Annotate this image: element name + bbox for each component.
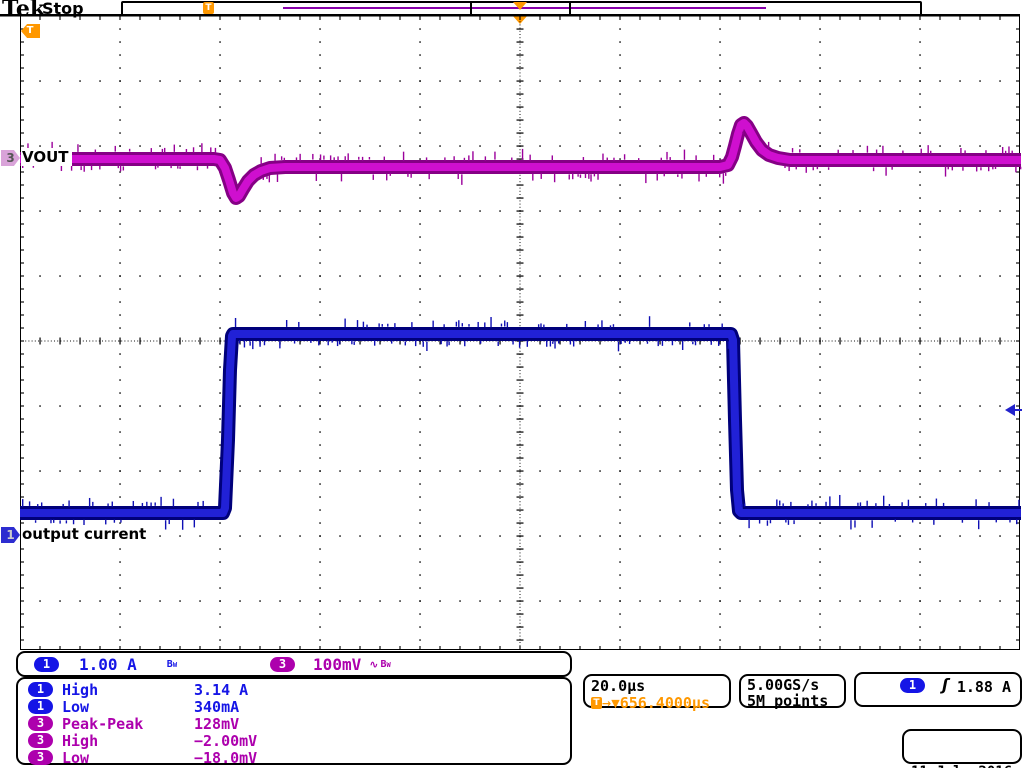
measurement-row: 3 High −2.00mV [18, 731, 570, 750]
datetime-readout: 11 Jul 2016 14:41:30 [902, 729, 1022, 768]
ch3-bandwidth-icon: BW [380, 658, 391, 670]
ch3-waveform-label: VOUT [21, 148, 72, 166]
ch3-badge: 3 [270, 656, 296, 672]
trigger-level-value: 1.88 A [956, 678, 1011, 696]
arrow-right-icon: → [602, 696, 612, 710]
trigger-delay-readout: T → ▼ 656.4000µs [591, 694, 729, 712]
measurement-value: 128mV [194, 714, 240, 733]
measurement-row: 1 High 3.14 A [18, 680, 570, 699]
ch3-badge: 3 [28, 716, 53, 731]
measurements-panel[interactable]: 1 High 3.14 A 1 Low 340mA 3 Peak-Peak 12… [16, 677, 572, 767]
ch3-scale-value: 100mV [313, 654, 362, 674]
trigger-t-icon: T [591, 697, 602, 709]
measurement-name: Peak-Peak [62, 714, 144, 733]
ch1-bandwidth-icon: BW [166, 658, 178, 670]
trigger-readout[interactable]: 1 ʃ 1.88 A [854, 672, 1022, 707]
record-length: 5M points [747, 692, 829, 710]
measurement-value: −2.00mV [194, 731, 258, 750]
graticule-top-edge [0, 14, 1020, 17]
measurement-row: 1 Low 340mA [18, 697, 570, 716]
ch1-badge: 1 [34, 656, 59, 672]
ch3-ac-coupling-icon: ∿ [369, 657, 379, 671]
measurement-value: −18.0mV [194, 748, 258, 767]
ch3-badge: 3 [28, 733, 53, 748]
measurement-name: High [62, 731, 99, 750]
sample-rate: 5.00GS/s [747, 676, 820, 694]
trigger-level-line [1014, 409, 1022, 411]
ch1-scale-value: 1.00 A [79, 654, 137, 674]
horizontal-timebase-readout[interactable]: 20.0µs T → ▼ 656.4000µs [583, 674, 731, 712]
measurement-value: 3.14 A [194, 680, 249, 699]
waveform-ch3 [20, 116, 1022, 205]
measurement-value: 340mA [194, 697, 240, 716]
measurement-name: Low [62, 748, 90, 767]
ch1-badge: 1 [28, 682, 53, 697]
channel-scale-readout-bar[interactable]: 1 1.00 A BW 3 100mV ∿ BW [16, 651, 572, 677]
triangle-down-icon: ▼ [611, 696, 620, 710]
timebase-scale: 20.0µs [591, 677, 646, 695]
acquisition-readout[interactable]: 5.00GS/s 5M points [739, 674, 846, 710]
measurement-name: High [62, 680, 99, 699]
ch1-badge: 1 [28, 699, 53, 714]
date-value: 11 Jul 2016 [911, 764, 1016, 768]
ch3-badge: 3 [28, 750, 53, 765]
oscilloscope-screen: Tek Stop T T 3 1 VOUT output current 1 1… [0, 0, 1024, 768]
measurement-row: 3 Low −18.0mV [18, 748, 570, 767]
measurement-row: 3 Peak-Peak 128mV [18, 714, 570, 733]
measurement-name: Low [62, 697, 90, 716]
rising-edge-icon: ʃ [942, 675, 949, 694]
delay-value: 656.4000µs [619, 694, 710, 712]
trigger-source-badge: 1 [900, 678, 925, 693]
ch1-waveform-label: output current [21, 525, 150, 543]
